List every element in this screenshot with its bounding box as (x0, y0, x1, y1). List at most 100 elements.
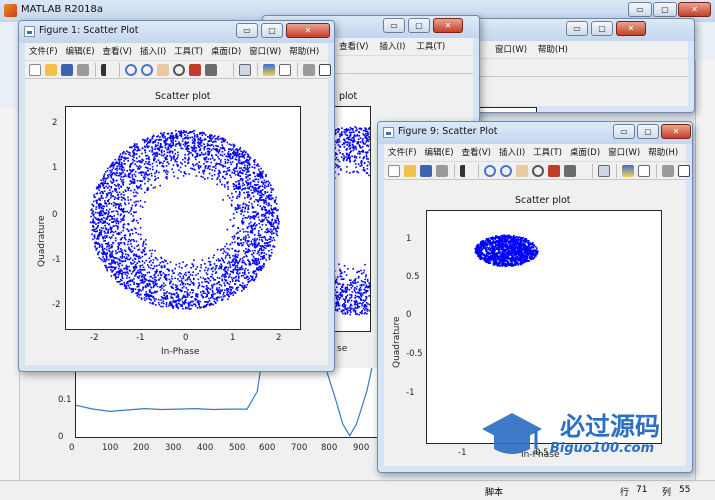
close-button[interactable]: ✕ (433, 18, 463, 33)
maximize-button[interactable]: ▢ (261, 23, 283, 38)
scatter-point (363, 169, 366, 171)
scatter-point (116, 217, 118, 220)
scatter-point (124, 273, 127, 275)
maximize-button[interactable]: ▢ (591, 21, 613, 36)
scatter-point (160, 154, 163, 156)
scatter-point (365, 284, 368, 286)
scatter-point (158, 153, 161, 155)
menu-file[interactable]: 文件(F) (25, 43, 62, 57)
brush-icon[interactable] (205, 64, 217, 76)
menu-edit[interactable]: 编辑(E) (62, 43, 99, 57)
menu-insert[interactable]: 插入(I) (375, 38, 409, 52)
scatter-point (227, 194, 229, 197)
scatter-point (111, 168, 114, 171)
matlab-minimize-button[interactable]: ▭ (628, 2, 652, 17)
dock-icon[interactable] (319, 64, 331, 76)
scatter-point (232, 255, 234, 257)
scatter-point (357, 307, 359, 309)
menu-view[interactable]: 查看(V) (335, 38, 372, 52)
scatter-point (363, 300, 366, 302)
menu-tools[interactable]: 工具(T) (170, 43, 207, 57)
scatter-point (342, 158, 345, 161)
scatter-point (349, 141, 352, 144)
scatter-point (221, 274, 224, 276)
rotate-3d-icon[interactable] (173, 64, 185, 76)
zoom-out-icon[interactable] (141, 64, 153, 76)
pan-hand-icon[interactable] (157, 64, 169, 76)
legend-icon[interactable] (279, 64, 291, 76)
matlab-maximize-button[interactable]: ▢ (653, 2, 677, 17)
maximize-button[interactable]: ▢ (408, 18, 430, 33)
scatter-point (242, 274, 245, 277)
scatter-point (337, 276, 339, 278)
scatter-point (204, 281, 206, 283)
minimize-button[interactable]: ▭ (236, 23, 258, 38)
menu-tools[interactable]: 工具(T) (412, 38, 449, 52)
data-cursor-icon[interactable] (189, 64, 201, 76)
scatter-point (151, 165, 154, 168)
menu-insert[interactable]: 插入(I) (136, 43, 170, 57)
open-file-icon[interactable] (45, 64, 57, 76)
scatter-point (226, 289, 228, 292)
scatter-point (166, 143, 168, 145)
scatter-point (344, 299, 346, 301)
menu-window[interactable]: 窗口(W) (245, 43, 285, 57)
scatter-point (151, 162, 154, 165)
minimize-button[interactable]: ▭ (566, 21, 588, 36)
scatter-point (173, 175, 176, 177)
scatter-point (242, 250, 245, 252)
scatter-point (354, 140, 356, 143)
scatter-point (104, 171, 107, 173)
scatter-point (272, 223, 274, 226)
figure-1-window[interactable]: Figure 1: Scatter Plot ▭ ▢ ✕ 文件(F) 编辑(E) 查… (18, 20, 335, 372)
menu-help[interactable]: 帮助(H) (285, 43, 323, 57)
close-button[interactable]: ✕ (286, 23, 330, 38)
scatter-point (118, 250, 120, 253)
matlab-close-button[interactable]: ✕ (678, 2, 711, 17)
scatter-point (366, 144, 368, 147)
scatter-point (108, 173, 111, 176)
menu-help[interactable]: 帮助(H) (534, 41, 572, 55)
scatter-point (364, 127, 367, 130)
scatter-point (93, 216, 96, 218)
scatter-point (199, 270, 201, 272)
new-figure-icon[interactable] (29, 64, 41, 76)
save-icon[interactable] (61, 64, 73, 76)
scatter-point (133, 281, 136, 284)
scatter-point (369, 143, 370, 146)
scatter-point (259, 234, 262, 236)
menu-view[interactable]: 查看(V) (99, 43, 136, 57)
scatter-point (162, 162, 164, 165)
menu-desktop[interactable]: 桌面(D) (207, 43, 245, 57)
scatter-point (350, 282, 352, 284)
scatter-point (343, 131, 346, 133)
scatter-point (352, 268, 354, 270)
scatter-point (119, 256, 122, 258)
scatter-point (250, 189, 252, 191)
minimize-button[interactable]: ▭ (383, 18, 405, 33)
zoom-in-icon[interactable] (125, 64, 137, 76)
close-button[interactable]: ✕ (616, 21, 646, 36)
menu-window[interactable]: 窗口(W) (491, 41, 531, 55)
print-icon[interactable] (77, 64, 89, 76)
x-tick-label: 400 (197, 443, 214, 453)
scatter-point (178, 280, 181, 282)
scatter-point (95, 249, 97, 251)
scatter-point (220, 141, 223, 143)
select-arrow-icon[interactable] (101, 64, 113, 76)
scatter-point (361, 294, 364, 296)
link-plot-icon[interactable] (239, 64, 251, 76)
scatter-point (214, 135, 216, 137)
scatter-point (366, 278, 369, 281)
scatter-point (169, 301, 171, 304)
hide-tools-icon[interactable] (303, 64, 315, 76)
scatter-point (118, 187, 120, 190)
scatter-point (339, 270, 342, 272)
scatter-point (261, 189, 264, 191)
scatter-point (270, 209, 273, 211)
scatter-point (200, 266, 202, 269)
scatter-point (184, 279, 187, 281)
scatter-point (362, 281, 365, 283)
scatter-point (102, 227, 105, 229)
colorbar-icon[interactable] (263, 64, 275, 76)
